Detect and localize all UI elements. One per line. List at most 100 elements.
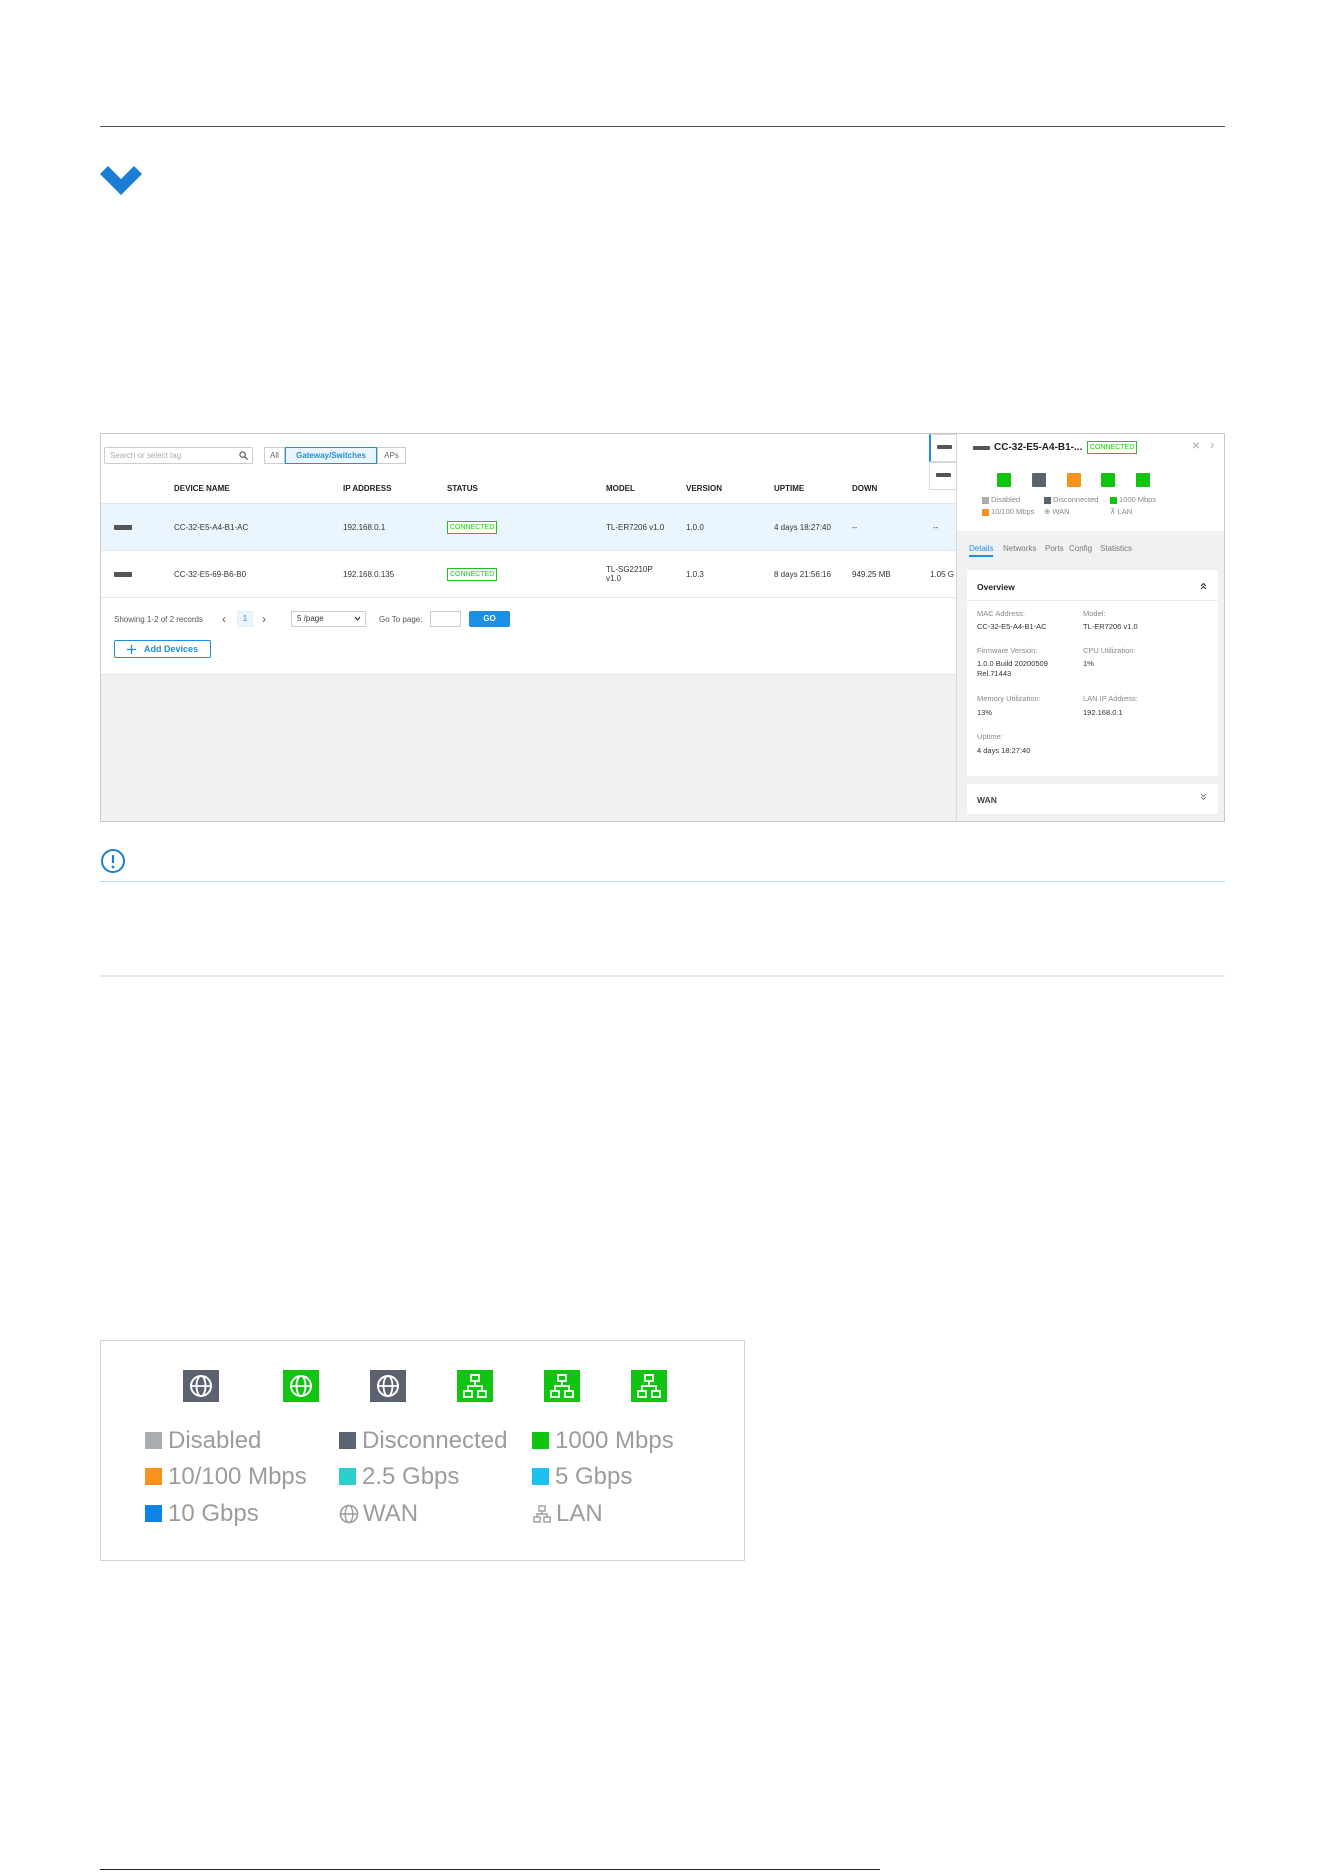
model-value: TL-ER7206 v1.0 (1083, 622, 1138, 631)
legend-1000: 1000 Mbps (1110, 495, 1156, 504)
chevron-down-icon (100, 166, 142, 195)
wan-disconnected-icon (183, 1370, 219, 1402)
wan-disconnected-icon (370, 1370, 406, 1402)
tab-ports[interactable]: Ports (1045, 544, 1064, 553)
row-model: TL-ER7206 v1.0 (606, 523, 665, 532)
lan-ip-label: LAN IP Address: (1083, 694, 1138, 703)
firmware-value: 1.0.0 Build 20200509 (977, 659, 1048, 668)
note-divider (100, 881, 1225, 882)
lan-1000-icon (457, 1370, 493, 1402)
tab-gateway-switches[interactable]: Gateway/Switches (285, 447, 377, 464)
cpu-label: CPU Utilization: (1083, 646, 1136, 655)
legend-lan: LAN (532, 1500, 603, 1528)
mac-value: CC-32-E5-A4-B1-AC (977, 622, 1047, 631)
col-device-name[interactable]: DEVICE NAME (174, 484, 230, 493)
goto-label: Go To page: (379, 615, 423, 624)
tab-config[interactable]: Config (1069, 544, 1092, 553)
row-device-name: CC-32-E5-A4-B1-AC (174, 523, 249, 532)
page-size-value: 5 /page (297, 614, 324, 623)
switch-icon (114, 572, 132, 577)
memory-label: Memory Utilization: (977, 694, 1041, 703)
model-label: Model: (1083, 609, 1106, 618)
row-down: 949.25 MB (852, 570, 891, 579)
row-version: 1.0.0 (686, 523, 704, 532)
add-devices-button[interactable]: Add Devices (114, 640, 211, 658)
legend-disconnected: Disconnected (339, 1427, 507, 1455)
plus-icon (127, 645, 136, 654)
tab-details[interactable]: Details (969, 544, 994, 557)
tab-aps[interactable]: APs (377, 447, 406, 464)
row-version: 1.0.3 (686, 570, 704, 579)
col-ip-address[interactable]: IP ADDRESS (343, 484, 391, 493)
firmware-rel: Rel.71443 (977, 669, 1012, 678)
goto-page-input[interactable] (430, 611, 461, 627)
port-lan-icon (1067, 473, 1081, 487)
page-size-select[interactable]: 5 /page (291, 611, 366, 627)
panel-device-name: CC-32-E5-A4-B1-... (994, 442, 1083, 453)
page-1-button[interactable]: 1 (237, 611, 253, 627)
tab-statistics[interactable]: Statistics (1100, 544, 1132, 553)
col-down[interactable]: DOWN (852, 484, 877, 493)
firmware-label: Firmware Version: (977, 646, 1038, 655)
controller-screenshot: Search or select tag All Gateway/Switche… (100, 433, 1225, 822)
go-button[interactable]: GO (469, 611, 510, 627)
cpu-value: 1% (1083, 659, 1094, 668)
table-row[interactable]: CC-32-E5-A4-B1-AC 192.168.0.1 CONNECTED … (101, 504, 956, 551)
chevron-down-icon (354, 616, 361, 621)
footer-divider (100, 1869, 880, 1870)
port-lan-icon (1032, 473, 1046, 487)
add-devices-label: Add Devices (144, 644, 199, 654)
legend-wan: ⊕ WAN (1044, 507, 1070, 516)
switch-icon (936, 473, 951, 477)
device-tab-switch[interactable] (929, 462, 957, 490)
next-device-icon[interactable]: › (1210, 437, 1214, 452)
wan-card[interactable]: WAN (967, 784, 1218, 814)
tab-networks[interactable]: Networks (1003, 544, 1036, 553)
legend-10-100: 10/100 Mbps (145, 1463, 307, 1491)
col-model[interactable]: MODEL (606, 484, 635, 493)
top-divider (100, 126, 1225, 127)
next-page-button[interactable]: › (262, 612, 266, 626)
table-row[interactable]: CC-32-E5-69-B6-B0 192.168.0.135 CONNECTE… (101, 551, 956, 598)
uptime-value: 4 days 18:27:40 (977, 746, 1031, 755)
close-icon[interactable]: × (1192, 437, 1200, 453)
status-badge: CONNECTED (447, 568, 498, 581)
network-icon (533, 1505, 551, 1523)
port-lan-icon (1136, 473, 1150, 487)
row-extra: -- (933, 523, 939, 532)
status-badge: CONNECTED (447, 521, 498, 534)
memory-value: 13% (977, 708, 993, 717)
col-status[interactable]: STATUS (447, 484, 478, 493)
legend-5g: 5 Gbps (532, 1463, 632, 1491)
device-detail-panel: CC-32-E5-A4-B1-... CONNECTED × › Disable… (956, 434, 1224, 821)
search-placeholder: Search or select tag (110, 451, 182, 460)
tab-all[interactable]: All (264, 447, 285, 464)
row-device-name: CC-32-E5-69-B6-B0 (174, 570, 247, 579)
empty-area (101, 674, 956, 821)
col-version[interactable]: VERSION (686, 484, 722, 493)
status-badge: CONNECTED (1087, 441, 1138, 454)
prev-page-button[interactable]: ‹ (222, 612, 226, 626)
collapse-icon[interactable] (1200, 582, 1207, 590)
overview-title: Overview (977, 582, 1015, 592)
expand-icon[interactable] (1200, 793, 1207, 801)
legend-lan: ⊼ LAN (1110, 507, 1133, 516)
row-down: -- (852, 523, 858, 532)
lan-1000-icon (544, 1370, 580, 1402)
port-wan-icon (997, 473, 1011, 487)
row-model-version: v1.0 (606, 574, 622, 583)
device-tab-router[interactable] (929, 434, 957, 462)
port-lan-icon (1101, 473, 1115, 487)
search-icon[interactable] (239, 451, 248, 460)
legend-disabled: Disabled (145, 1427, 261, 1455)
col-uptime[interactable]: UPTIME (774, 484, 804, 493)
port-legend-image: Disabled Disconnected 1000 Mbps 10/100 M… (100, 1340, 745, 1561)
legend-disabled: Disabled (982, 495, 1020, 504)
search-input[interactable]: Search or select tag (104, 447, 253, 464)
legend-10-100: 10/100 Mbps (982, 507, 1034, 516)
router-icon (114, 525, 132, 530)
wan-1000-icon (283, 1370, 319, 1402)
row-extra: 1.05 G (930, 570, 955, 579)
row-ip: 192.168.0.135 (343, 570, 395, 579)
note-bottom-divider (100, 975, 1225, 977)
